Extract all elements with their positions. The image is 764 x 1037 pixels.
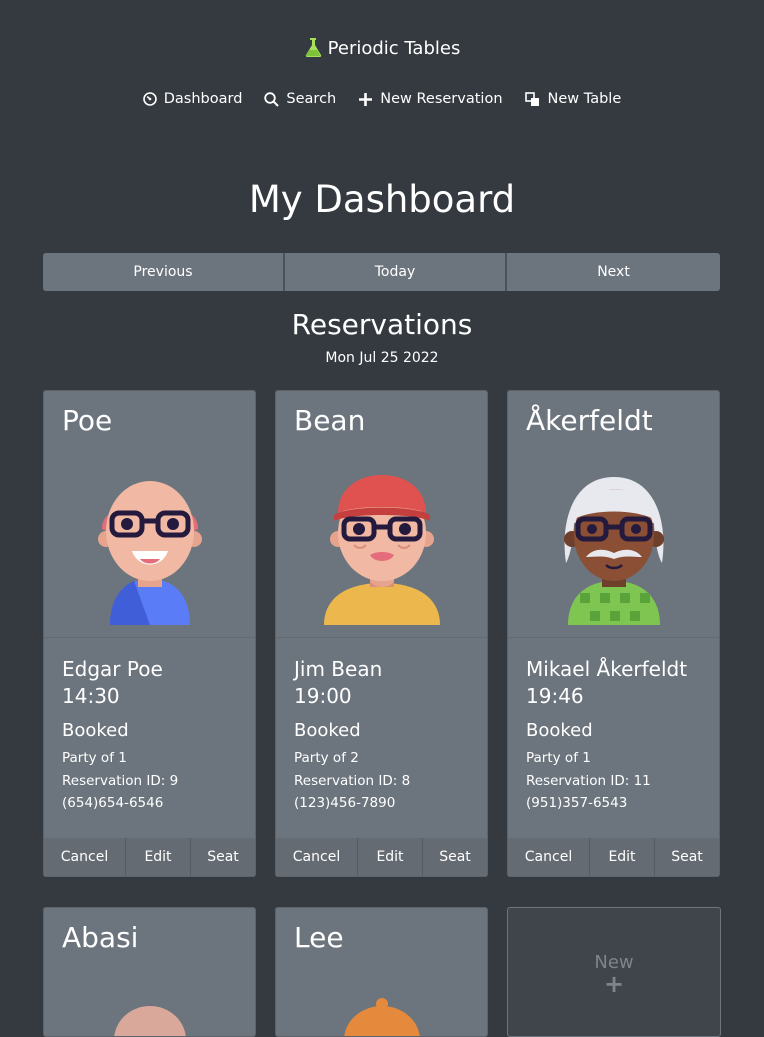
new-table-icon: [524, 91, 541, 107]
nav-new-reservation[interactable]: New Reservation: [358, 91, 503, 107]
card-party-size: Party of 1: [62, 750, 127, 766]
card-status: Booked: [294, 720, 361, 741]
card-last-name: Poe: [62, 404, 113, 437]
cancel-button[interactable]: Cancel: [44, 838, 125, 876]
card-last-name: Bean: [294, 404, 366, 437]
avatar: [92, 473, 208, 625]
reservation-card: Abasi: [43, 907, 256, 1037]
seat-button[interactable]: Seat: [422, 838, 487, 876]
card-last-name: Åkerfeldt: [526, 404, 653, 437]
card-full-name: Jim Bean: [294, 657, 383, 681]
card-time: 19:00: [294, 684, 352, 708]
previous-day-button[interactable]: Previous: [43, 253, 283, 291]
card-last-name: Abasi: [62, 921, 139, 954]
card-full-name: Edgar Poe: [62, 657, 163, 681]
date-navigation: Previous Today Next: [43, 253, 720, 291]
card-reservation-id: Reservation ID: 9: [62, 772, 179, 789]
nav-new-table-label: New Table: [547, 91, 622, 107]
card-phone: (951)357-6543: [526, 795, 628, 811]
nav-dashboard-label: Dashboard: [163, 91, 243, 107]
card-time: 19:46: [526, 684, 584, 708]
nav-new-table[interactable]: New Table: [524, 91, 622, 107]
avatar: [324, 996, 440, 1036]
app-title: Periodic Tables: [327, 38, 461, 59]
avatar: [323, 473, 440, 625]
card-time: 14:30: [62, 684, 120, 708]
app-brand[interactable]: Periodic Tables: [0, 36, 764, 65]
nav-dashboard[interactable]: Dashboard: [142, 91, 243, 107]
seat-button[interactable]: Seat: [190, 838, 255, 876]
card-phone: (123)456-7890: [294, 795, 396, 811]
card-phone: (654)654-6546: [62, 795, 164, 811]
seat-button[interactable]: Seat: [654, 838, 719, 876]
edit-button[interactable]: Edit: [357, 838, 422, 876]
card-status: Booked: [62, 720, 129, 741]
plus-icon: [358, 92, 373, 107]
card-actions: Cancel Edit Seat: [44, 838, 255, 876]
plus-icon: +: [603, 970, 625, 998]
nav-search[interactable]: Search: [264, 91, 336, 107]
reservations-date: Mon Jul 25 2022: [325, 350, 439, 366]
main-nav: Dashboard Search New Reservation New Tab…: [0, 91, 764, 107]
card-status: Booked: [526, 720, 593, 741]
reservation-card: Bean Jim Bean 19:00 Booked Party of 2 Re…: [275, 390, 488, 877]
nav-search-label: Search: [286, 91, 337, 107]
cancel-button[interactable]: Cancel: [276, 838, 357, 876]
card-actions: Cancel Edit Seat: [276, 838, 487, 876]
card-last-name: Lee: [294, 921, 344, 954]
card-party-size: Party of 2: [294, 750, 359, 766]
cancel-button[interactable]: Cancel: [508, 838, 589, 876]
card-actions: Cancel Edit Seat: [508, 838, 719, 876]
reservation-card: Lee: [275, 907, 488, 1037]
next-day-button[interactable]: Next: [505, 253, 720, 291]
dashboard-icon: [142, 92, 157, 106]
card-full-name: Mikael Åkerfeldt: [526, 657, 688, 681]
edit-button[interactable]: Edit: [589, 838, 654, 876]
card-reservation-id: Reservation ID: 8: [294, 772, 411, 789]
page-title: My Dashboard: [248, 178, 516, 221]
reservation-card: Åkerfeldt Mikael Åkerfeldt 19:46 Booked …: [507, 390, 720, 877]
new-reservation-card[interactable]: New +: [507, 907, 721, 1037]
avatar: [556, 473, 672, 625]
reservations-heading: Reservations: [291, 308, 473, 341]
edit-button[interactable]: Edit: [125, 838, 190, 876]
reservation-card: Poe Edgar Poe 14:30 Booked Party of 1 Re…: [43, 390, 256, 877]
avatar: [92, 1000, 208, 1036]
search-icon: [264, 91, 280, 107]
flask-icon: [304, 37, 322, 65]
card-party-size: Party of 1: [526, 750, 591, 766]
nav-new-reservation-label: New Reservation: [380, 91, 503, 107]
today-button[interactable]: Today: [283, 253, 505, 291]
card-reservation-id: Reservation ID: 11: [526, 772, 651, 789]
